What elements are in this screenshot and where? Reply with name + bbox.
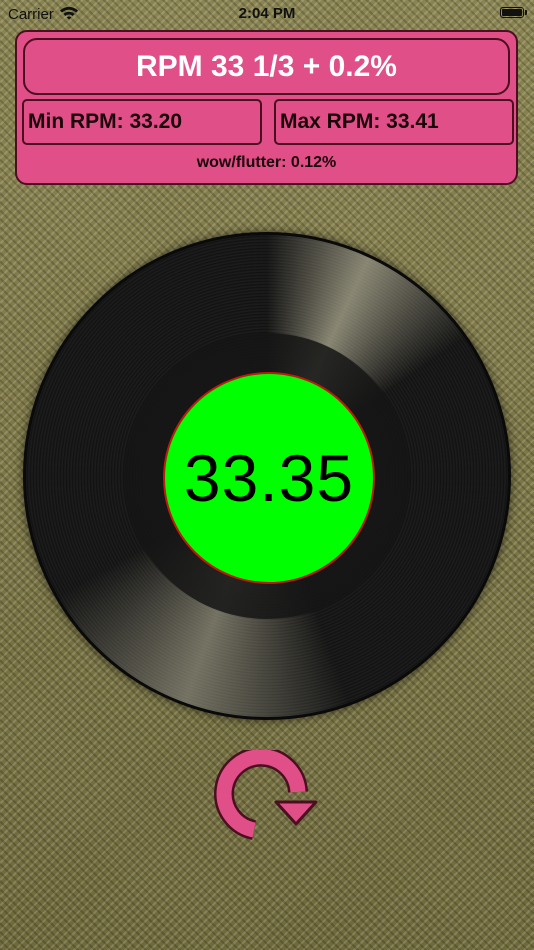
max-rpm-label: Max RPM: 33.41	[280, 110, 439, 133]
rpm-title: RPM 33 1/3 + 0.2%	[23, 38, 510, 95]
wow-flutter-label: wow/flutter: 0.12%	[196, 154, 337, 171]
info-panel: RPM 33 1/3 + 0.2% Min RPM: 33.20 Max RPM…	[15, 30, 518, 185]
record-label-disc: 33.35	[163, 372, 375, 584]
battery-icon	[500, 7, 527, 18]
status-bar: Carrier 2:04 PM	[0, 0, 534, 28]
battery-tip	[525, 10, 527, 15]
vinyl-record: 33.35	[23, 232, 511, 720]
reset-rotate-icon	[214, 746, 318, 840]
current-rpm-reading: 33.35	[183, 441, 355, 515]
min-rpm-box: Min RPM: 33.20	[22, 99, 262, 145]
max-rpm-box: Max RPM: 33.41	[274, 99, 514, 145]
status-time: 2:04 PM	[238, 5, 296, 22]
battery-level	[502, 9, 522, 16]
min-rpm-label: Min RPM: 33.20	[28, 110, 183, 133]
reset-button[interactable]	[214, 746, 320, 842]
